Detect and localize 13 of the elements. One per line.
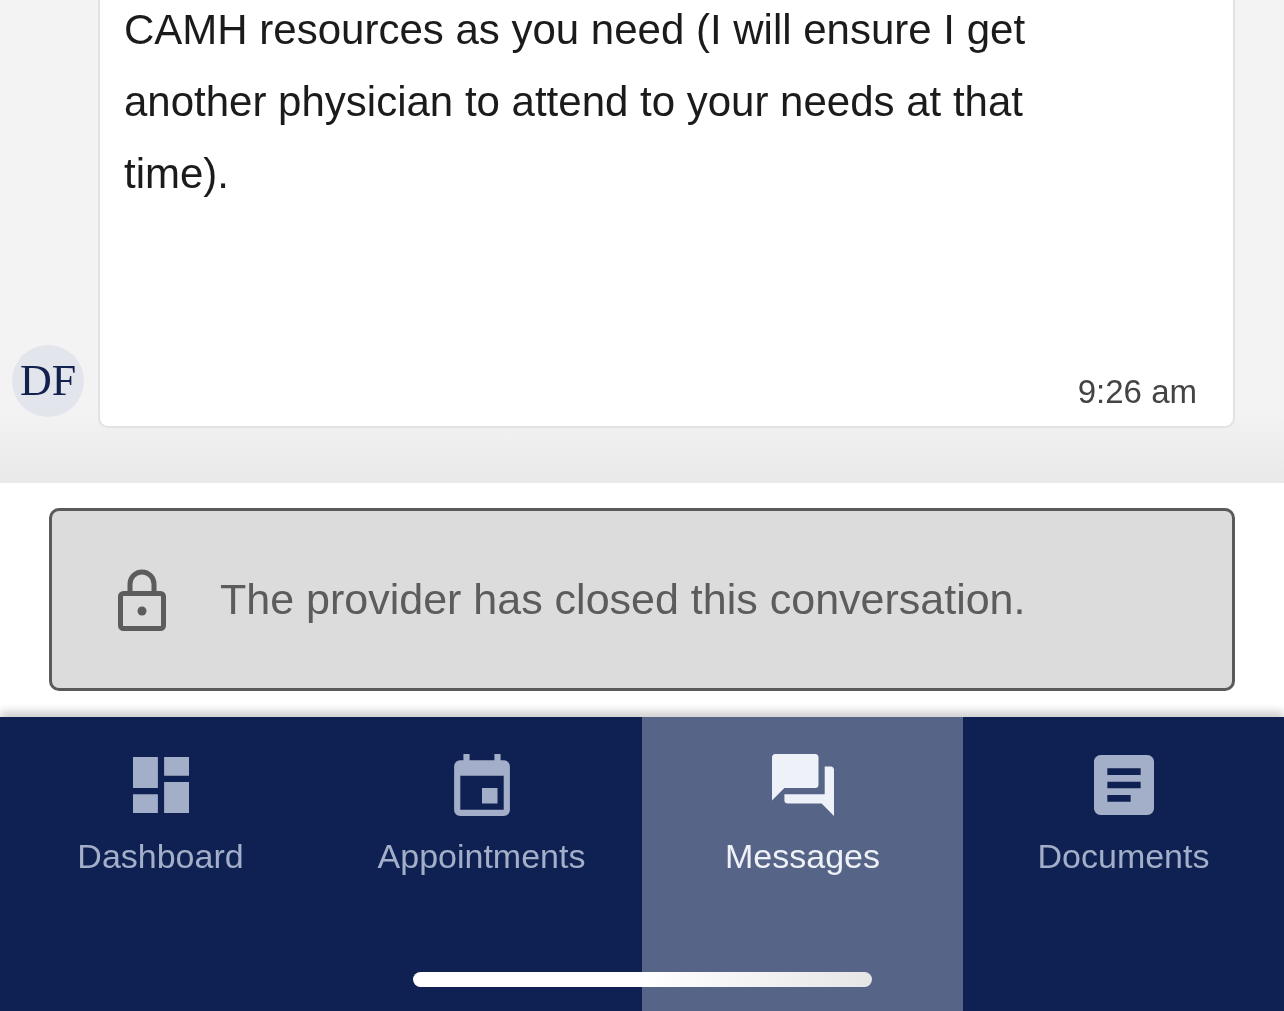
tab-bar-item[interactable]: Documents xyxy=(963,717,1284,1011)
closed-notice-text: The provider has closed this conversation. xyxy=(220,578,1026,621)
lock-icon xyxy=(118,568,166,631)
document-icon xyxy=(1093,755,1154,815)
tab-bar-item[interactable]: Messages xyxy=(642,717,963,1011)
tab-bar-item[interactable]: Dashboard xyxy=(0,717,321,1011)
tab-bar-item[interactable]: Appointments xyxy=(321,717,642,1011)
avatar: DF xyxy=(12,345,84,417)
message-time: 9:26 am xyxy=(1077,375,1197,408)
message-text: CAMH resources as you need (I will ensure I get another physician to attend to your needs at that time). xyxy=(124,5,1027,199)
dashboard-icon xyxy=(132,757,189,813)
chat-bubbles-icon xyxy=(771,754,834,816)
calendar-icon xyxy=(453,754,510,816)
